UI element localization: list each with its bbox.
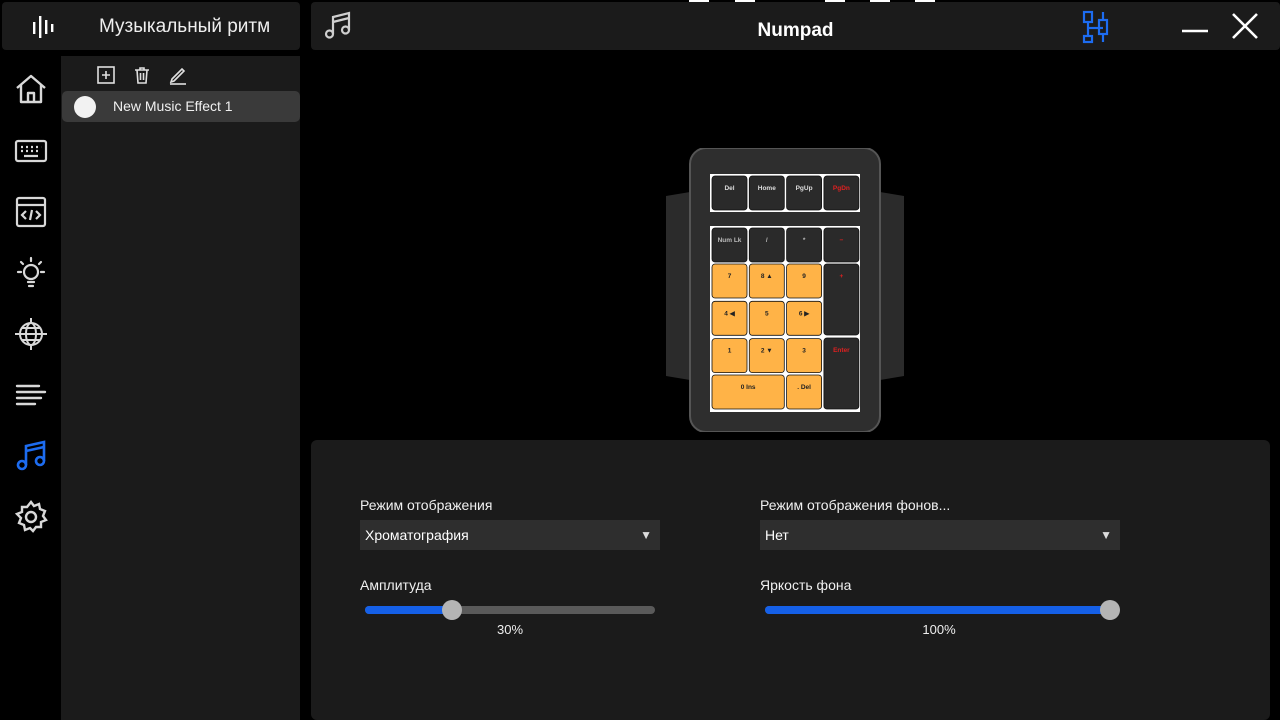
- key-label: 7: [728, 273, 732, 280]
- music-note-icon: [16, 440, 46, 471]
- amplitude-slider[interactable]: [365, 600, 655, 620]
- slider-fill: [765, 606, 1110, 614]
- lighting-icon: [16, 256, 46, 288]
- settings-panel: Режим отображения Хроматография ▼ Режим …: [311, 440, 1270, 720]
- nav-network[interactable]: [11, 314, 51, 354]
- key-nav: PgDn: [823, 175, 860, 211]
- app-header: Музыкальный ритм: [2, 2, 300, 50]
- rename-icon: [169, 67, 186, 85]
- key-nav: Home: [748, 175, 785, 211]
- display-mode-label: Режим отображения: [360, 497, 493, 513]
- trash-icon: [135, 67, 149, 84]
- key-label: Num Lk: [718, 237, 742, 244]
- network-icon: [15, 318, 47, 350]
- amplitude-value: 30%: [496, 622, 524, 637]
- effect-item-label: New Music Effect 1: [113, 98, 233, 114]
- side-wing-right: [880, 192, 904, 380]
- background-mode-label: Режим отображения фонов...: [760, 497, 951, 513]
- home-icon: [16, 74, 46, 104]
- gear-icon: [14, 500, 48, 533]
- key-label: 5: [765, 310, 769, 317]
- minimize-icon[interactable]: [1179, 10, 1211, 42]
- equalizer-icon: [15, 384, 47, 406]
- delete-effect-button[interactable]: [131, 64, 153, 86]
- key-label: 6 ▶: [799, 310, 810, 317]
- key-top: /: [748, 227, 785, 263]
- key-lit: 5: [748, 300, 785, 336]
- key-plus: +: [823, 263, 860, 336]
- key-enter: Enter: [823, 337, 860, 410]
- rename-effect-button[interactable]: [167, 64, 189, 86]
- nav-music[interactable]: [11, 436, 51, 476]
- slider-thumb[interactable]: [1100, 600, 1120, 620]
- key-label: −: [840, 237, 844, 244]
- key-label: +: [840, 273, 844, 280]
- background-mode-value: Нет: [765, 527, 789, 543]
- close-icon[interactable]: [1229, 10, 1261, 42]
- key-nav: Del: [711, 175, 748, 211]
- background-mode-dropdown[interactable]: Нет ▼: [760, 520, 1120, 550]
- add-effect-button[interactable]: [95, 64, 117, 86]
- key-zero: 0 Ins: [711, 374, 785, 410]
- amplitude-label: Амплитуда: [360, 577, 432, 593]
- nav-lighting[interactable]: [11, 253, 51, 293]
- add-icon: [97, 66, 115, 84]
- display-mode-dropdown[interactable]: Хроматография ▼: [360, 520, 660, 550]
- key-label: PgDn: [833, 185, 850, 192]
- key-label: Enter: [833, 347, 850, 354]
- side-wing-left: [666, 192, 690, 380]
- effect-toolbar: [95, 64, 189, 86]
- nav-settings[interactable]: [11, 497, 51, 537]
- effect-list-panel: New Music Effect 1: [61, 56, 300, 720]
- key-label: Home: [758, 185, 776, 192]
- usb-connection-icon[interactable]: [1081, 10, 1111, 44]
- macro-icon: [15, 196, 47, 228]
- display-mode-value: Хроматография: [365, 527, 469, 543]
- key-label: 8 ▲: [761, 273, 773, 280]
- nav-keyboard[interactable]: [11, 131, 51, 171]
- device-name: Numpad: [757, 20, 834, 41]
- key-label: 9: [802, 273, 806, 280]
- key-lit: 9: [786, 263, 822, 299]
- nav-macro[interactable]: [11, 192, 51, 232]
- key-label: PgUp: [796, 185, 813, 192]
- keyboard-icon: [14, 139, 48, 163]
- key-label: 3: [802, 348, 806, 355]
- audio-bars-logo-icon: [33, 16, 54, 38]
- key-dot: . Del: [786, 374, 822, 410]
- key-lit: 3: [786, 338, 822, 374]
- app-title: Музыкальный ритм: [99, 16, 271, 37]
- brightness-value: 100%: [922, 622, 956, 637]
- numpad-preview: Del Home PgUp PgDn Num Lk / * − 7 8 ▲ 9 4 ◀ 5 6 ▶ 1 2 ▼…: [666, 148, 904, 432]
- key-label: /: [766, 237, 768, 244]
- key-label: Del: [724, 185, 734, 192]
- brightness-slider[interactable]: [765, 600, 1120, 620]
- key-lit: 8 ▲: [748, 263, 785, 299]
- key-label: 0 Ins: [741, 384, 756, 391]
- key-top: *: [786, 227, 822, 263]
- key-lit: 2 ▼: [748, 338, 785, 374]
- top-bar: Numpad: [311, 2, 1280, 50]
- brightness-label: Яркость фона: [760, 577, 852, 593]
- key-top: Num Lk: [711, 227, 748, 263]
- key-label: . Del: [797, 384, 811, 391]
- key-label: 1: [728, 348, 732, 355]
- key-nav: PgUp: [786, 175, 822, 211]
- nav-equalizer[interactable]: [11, 375, 51, 415]
- effect-selected-radio[interactable]: [74, 96, 96, 118]
- key-label: 2 ▼: [761, 348, 773, 355]
- key-lit: 6 ▶: [786, 300, 822, 336]
- key-lit: 4 ◀: [711, 300, 748, 336]
- nav-home[interactable]: [11, 69, 51, 109]
- slider-thumb[interactable]: [442, 600, 462, 620]
- key-label: 4 ◀: [724, 310, 735, 317]
- chevron-down-icon: ▼: [1100, 528, 1112, 542]
- key-top: −: [823, 227, 860, 263]
- nav-rail: [0, 56, 60, 720]
- chevron-down-icon: ▼: [640, 528, 652, 542]
- key-lit: 1: [711, 338, 748, 374]
- key-lit: 7: [711, 263, 748, 299]
- slider-fill: [365, 606, 452, 614]
- effect-item[interactable]: New Music Effect 1: [62, 91, 300, 122]
